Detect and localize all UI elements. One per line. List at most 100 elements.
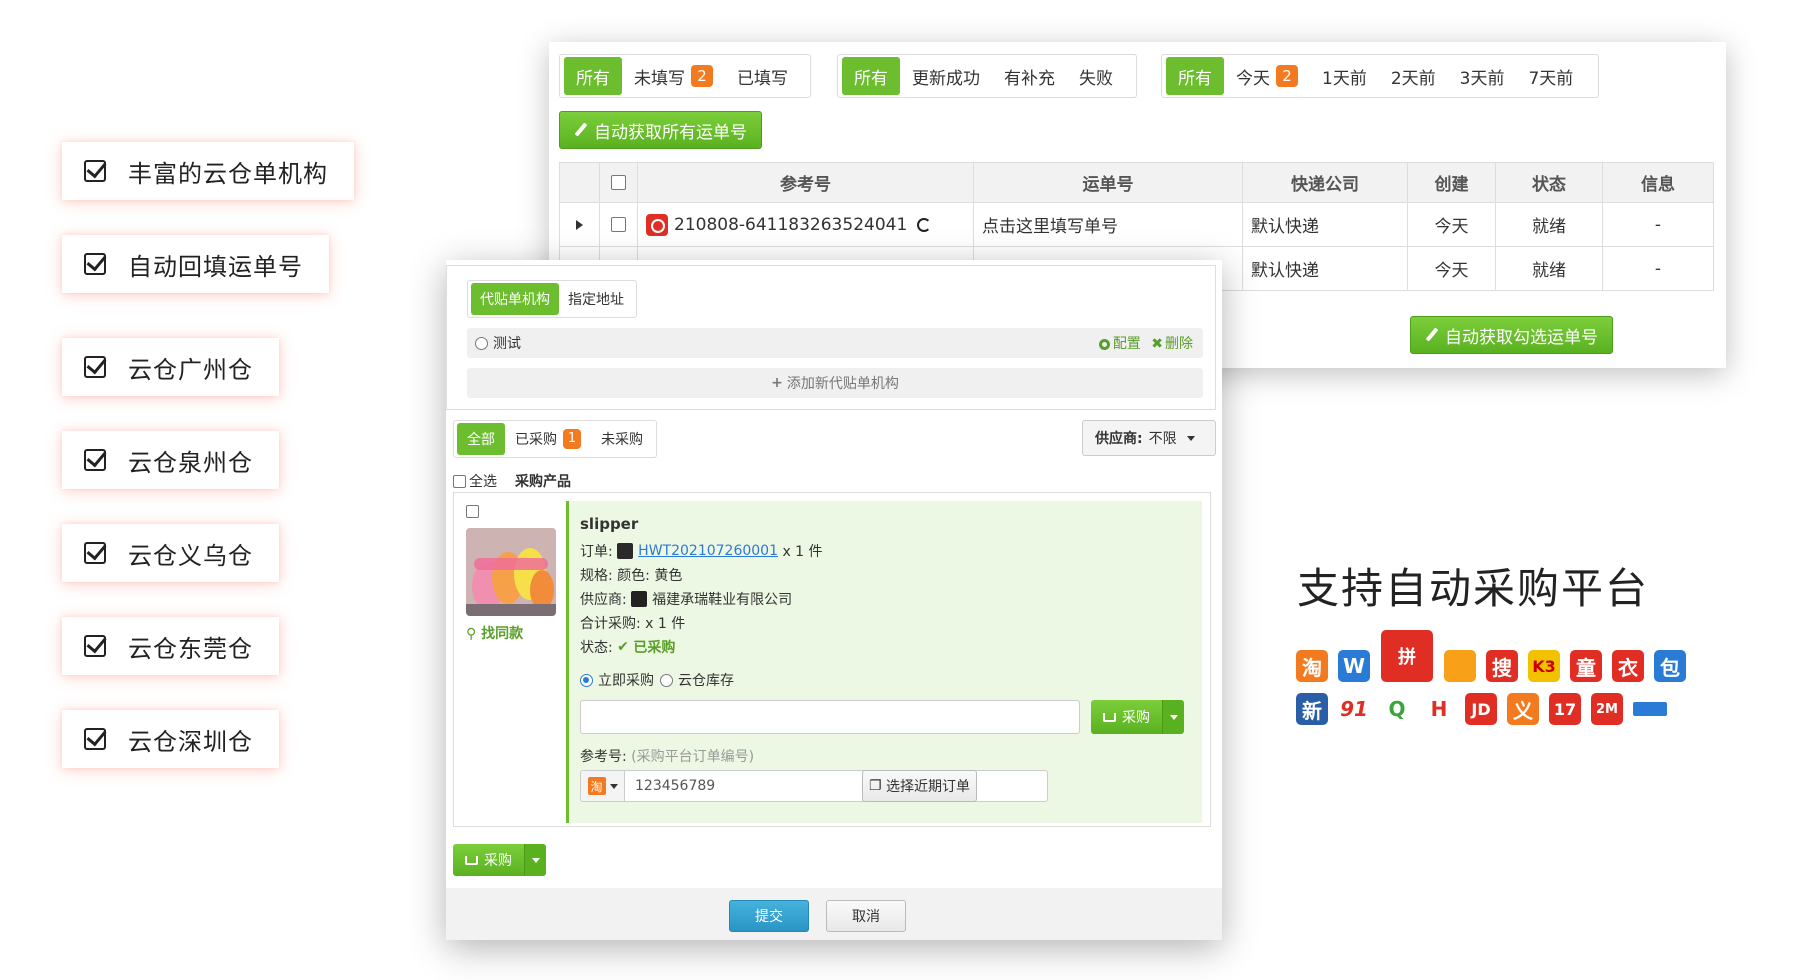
date-filter-all[interactable]: 所有: [1166, 57, 1224, 95]
submit-button[interactable]: 提交: [729, 900, 809, 932]
date-filter-3d[interactable]: 3天前: [1448, 57, 1517, 95]
tab-address[interactable]: 指定地址: [559, 283, 633, 315]
product-detail: slipper 订单: HWT202107260001 x 1 件 规格: 颜色…: [566, 501, 1202, 823]
supplier-logo-icon: [631, 591, 648, 607]
unfilled-count-badge: 2: [691, 65, 713, 87]
column-header: 运单号: [973, 162, 1243, 203]
created-cell: 今天: [1407, 246, 1496, 291]
ref-input[interactable]: 123456789: [625, 778, 715, 794]
cart-icon: [465, 855, 478, 865]
add-agency-button[interactable]: + 添加新代贴单机构: [467, 368, 1203, 398]
waybill-input-cell[interactable]: 点击这里填写单号: [973, 202, 1243, 247]
update-filter-success[interactable]: 更新成功: [900, 57, 992, 95]
agency-box: 代贴单机构 指定地址 测试 配置 ✖ 删除 + 添加新代贴单机构: [446, 265, 1216, 410]
select-all-row: 全选 采购产品: [453, 471, 571, 491]
select-all-checkbox[interactable]: [611, 175, 626, 190]
expand-arrow-icon[interactable]: [576, 219, 583, 230]
feature-item: 自动回填运单号: [62, 235, 329, 293]
radio-purchase-now[interactable]: [580, 673, 593, 687]
courier-cell[interactable]: 默认快递: [1242, 202, 1408, 247]
fill-filter-filled[interactable]: 已填写: [725, 57, 800, 95]
supplier-dropdown[interactable]: 供应商: 不限: [1082, 420, 1216, 456]
purchase-mode-line: 立即采购 云仓库存: [580, 670, 734, 690]
91-logo-icon: 91: [1338, 693, 1370, 725]
expand-cell[interactable]: [559, 202, 600, 247]
xin-logo-icon: 新: [1296, 693, 1328, 725]
checkbox-checked-icon: [84, 728, 106, 750]
select-all-checkbox[interactable]: [453, 474, 466, 488]
copy-icon: ❐: [868, 778, 882, 794]
status-line: 状态: ✔ 已采购: [580, 639, 676, 656]
q-logo-icon: Q: [1381, 693, 1413, 725]
sou-logo-icon: 搜: [1486, 650, 1518, 682]
close-icon: ✖: [1151, 336, 1163, 352]
delete-link[interactable]: ✖ 删除: [1151, 336, 1193, 352]
product-box: ⚲ 找同款 slipper 订单: HWT202107260001 x 1 件 …: [453, 492, 1211, 827]
other-logo-icon: [1633, 702, 1667, 716]
checkbox-checked-icon: [84, 449, 106, 471]
status-cell: 就绪: [1495, 246, 1603, 291]
agency-actions: 配置 ✖ 删除: [1098, 333, 1193, 353]
refresh-icon[interactable]: [917, 217, 932, 232]
h-logo-icon: H: [1423, 693, 1455, 725]
ref-platform-select[interactable]: 淘: [581, 771, 625, 801]
total-line: 合计采购: x 1 件: [580, 616, 686, 632]
gear-icon: [1098, 338, 1110, 350]
purchase-button[interactable]: 采购: [1091, 700, 1162, 734]
fill-filter-unfilled[interactable]: 未填写 2: [622, 57, 725, 95]
update-filter-supplement[interactable]: 有补充: [992, 57, 1067, 95]
plus-icon: +: [771, 375, 783, 391]
order-line: 订单: HWT202107260001 x 1 件: [580, 543, 823, 560]
table-row: 210808-641183263524041 点击这里填写单号 默认快递 今天 …: [559, 202, 1714, 247]
order-link[interactable]: HWT202107260001: [638, 543, 778, 559]
ref-cell: 210808-641183263524041: [637, 202, 974, 247]
date-filter-today[interactable]: 今天 2: [1224, 57, 1310, 95]
recent-orders-button[interactable]: ❐ 选择近期订单: [862, 770, 977, 802]
bottom-purchase-button[interactable]: 采购: [453, 844, 524, 876]
date-filter-7d[interactable]: 7天前: [1516, 57, 1585, 95]
tab-agency[interactable]: 代贴单机构: [471, 283, 559, 315]
tab-unpurchased[interactable]: 未采购: [591, 423, 653, 455]
fill-filter-group: 所有 未填写 2 已填写: [559, 54, 811, 98]
agency-radio[interactable]: [475, 336, 488, 350]
update-filter-all[interactable]: 所有: [842, 57, 900, 95]
supplier-line: 供应商: 福建承瑞鞋业有限公司: [580, 591, 793, 608]
update-filter-failed[interactable]: 失败: [1067, 57, 1125, 95]
tong-logo-icon: 童: [1570, 650, 1602, 682]
column-header: 信息: [1602, 162, 1714, 203]
auto-fetch-all-button[interactable]: 自动获取所有运单号: [559, 111, 762, 149]
product-checkbox[interactable]: [466, 505, 479, 518]
purchase-input[interactable]: [580, 700, 1080, 734]
checkbox-checked-icon: [84, 160, 106, 182]
2m-logo-icon: 2M: [1591, 693, 1623, 725]
tab-all[interactable]: 全部: [457, 423, 505, 455]
expand-column: [559, 162, 600, 203]
config-link[interactable]: 配置: [1098, 336, 1141, 352]
courier-cell[interactable]: 默认快递: [1242, 246, 1408, 291]
check-icon: ✔: [617, 639, 629, 655]
alibaba-logo-icon: [1444, 650, 1476, 682]
product-image[interactable]: [466, 528, 556, 616]
today-count-badge: 2: [1276, 65, 1298, 87]
date-filter-1d[interactable]: 1天前: [1310, 57, 1379, 95]
chevron-down-icon: [609, 783, 618, 789]
date-filter-2d[interactable]: 2天前: [1379, 57, 1448, 95]
purchase-dropdown-toggle[interactable]: [1162, 700, 1184, 734]
bottom-purchase-dropdown-toggle[interactable]: [524, 844, 546, 876]
auto-fetch-selected-button[interactable]: 自动获取勾选运单号: [1410, 316, 1613, 354]
row-checkbox[interactable]: [611, 217, 626, 232]
cancel-button[interactable]: 取消: [826, 900, 906, 932]
platform-play-icon: [617, 543, 634, 559]
radio-cloud-stock[interactable]: [660, 673, 673, 687]
info-cell: -: [1602, 246, 1714, 291]
taobao-logo-icon: 淘: [1296, 650, 1328, 682]
tab-purchased[interactable]: 已采购 1: [505, 423, 591, 455]
ref-line: 参考号: (采购平台订单编号): [580, 749, 755, 765]
platforms-title: 支持自动采购平台: [1297, 564, 1650, 613]
fill-filter-all[interactable]: 所有: [564, 57, 622, 95]
find-same-link[interactable]: ⚲ 找同款: [466, 623, 523, 643]
weidian-logo-icon: W: [1338, 650, 1370, 682]
bottom-purchase-split-button: 采购: [453, 844, 546, 876]
feature-item: 云仓泉州仓: [62, 431, 279, 489]
feature-item: 云仓广州仓: [62, 338, 279, 396]
